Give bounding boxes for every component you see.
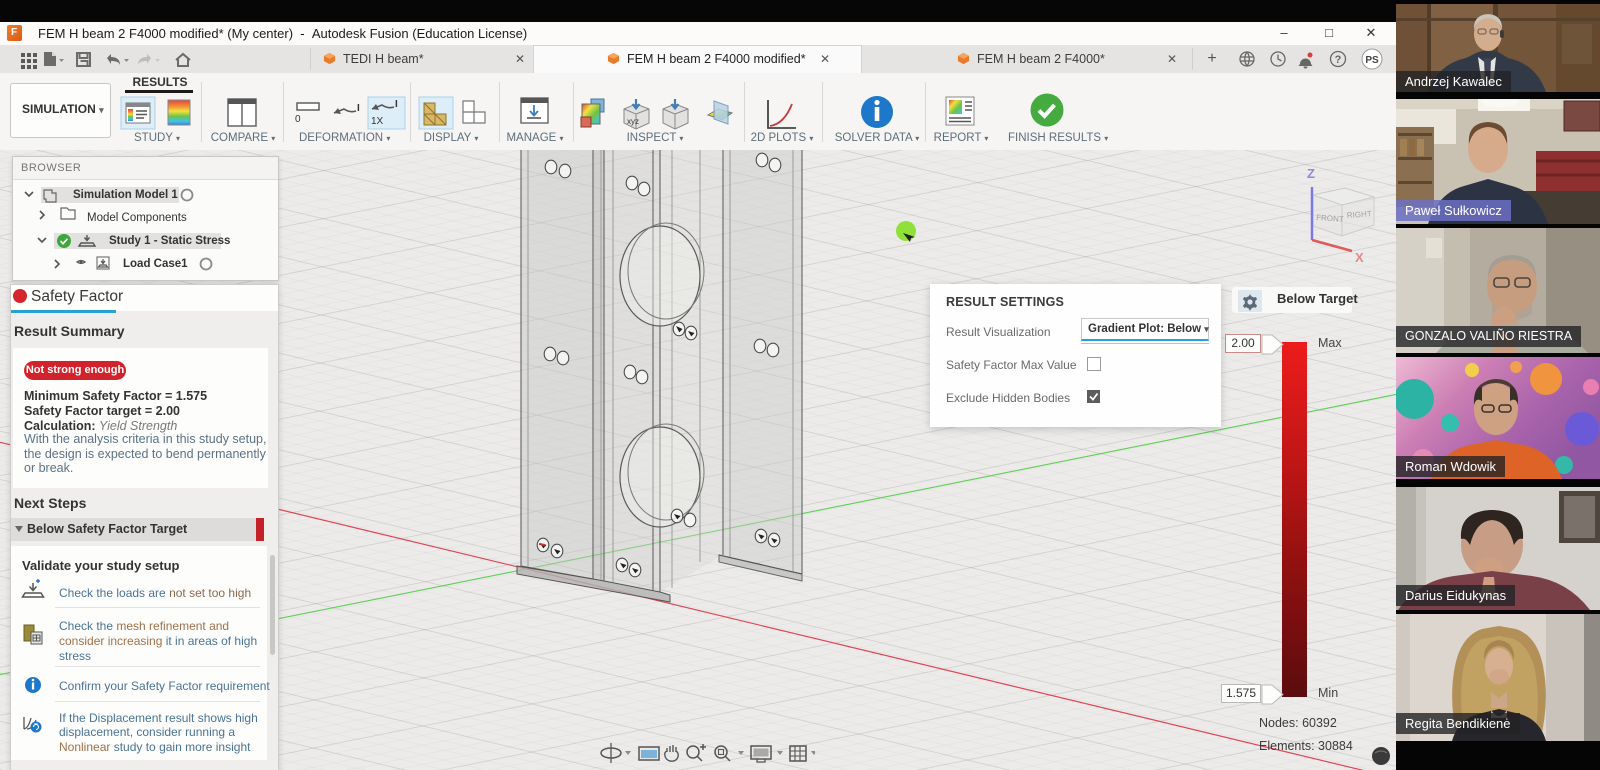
svg-text:I: I (395, 99, 398, 110)
svg-text:PS: PS (1365, 55, 1379, 66)
svg-text:I: I (357, 103, 360, 114)
svg-text:0: 0 (295, 114, 301, 125)
svg-text:FRONT: FRONT (1316, 213, 1344, 224)
svg-text:RIGHT: RIGHT (1347, 209, 1373, 220)
svg-text:xyz: xyz (627, 117, 639, 126)
svg-text:?: ? (1335, 54, 1342, 66)
svg-text:Z: Z (1307, 166, 1315, 181)
svg-text:X: X (1355, 250, 1364, 265)
svg-text:1X: 1X (371, 116, 384, 127)
